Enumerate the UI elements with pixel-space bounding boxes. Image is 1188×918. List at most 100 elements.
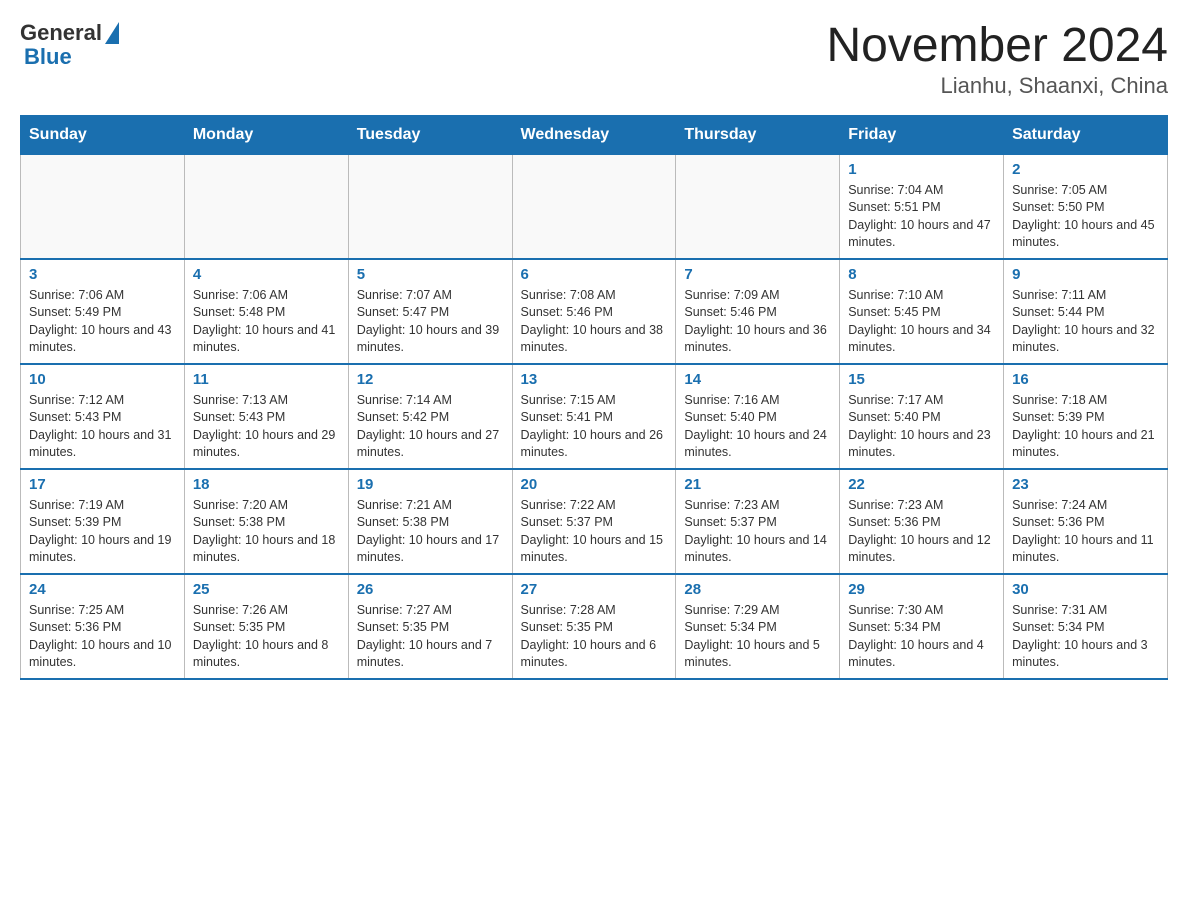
day-number: 24: [29, 581, 176, 598]
calendar-week-row: 24 Sunrise: 7:25 AM Sunset: 5:36 PM Dayli…: [21, 574, 1168, 679]
day-info: Sunrise: 7:19 AM Sunset: 5:39 PM Dayligh…: [29, 497, 176, 567]
day-info: Sunrise: 7:05 AM Sunset: 5:50 PM Dayligh…: [1012, 182, 1159, 252]
day-info: Sunrise: 7:13 AM Sunset: 5:43 PM Dayligh…: [193, 392, 340, 462]
calendar-day-cell: 4 Sunrise: 7:06 AM Sunset: 5:48 PM Daylig…: [184, 259, 348, 364]
calendar-day-cell: 24 Sunrise: 7:25 AM Sunset: 5:36 PM Dayli…: [21, 574, 185, 679]
day-info: Sunrise: 7:08 AM Sunset: 5:46 PM Dayligh…: [521, 287, 668, 357]
calendar-day-cell: 16 Sunrise: 7:18 AM Sunset: 5:39 PM Dayli…: [1004, 364, 1168, 469]
calendar-day-cell: 14 Sunrise: 7:16 AM Sunset: 5:40 PM Dayli…: [676, 364, 840, 469]
calendar-day-cell: [184, 154, 348, 259]
day-info: Sunrise: 7:18 AM Sunset: 5:39 PM Dayligh…: [1012, 392, 1159, 462]
day-number: 25: [193, 581, 340, 598]
day-number: 11: [193, 371, 340, 388]
calendar-day-cell: 10 Sunrise: 7:12 AM Sunset: 5:43 PM Dayli…: [21, 364, 185, 469]
logo-general-text: General: [20, 20, 102, 46]
day-number: 5: [357, 266, 504, 283]
calendar-day-cell: [348, 154, 512, 259]
day-number: 6: [521, 266, 668, 283]
day-info: Sunrise: 7:15 AM Sunset: 5:41 PM Dayligh…: [521, 392, 668, 462]
logo-triangle-icon: [105, 22, 119, 44]
day-number: 1: [848, 161, 995, 178]
day-info: Sunrise: 7:29 AM Sunset: 5:34 PM Dayligh…: [684, 602, 831, 672]
day-number: 13: [521, 371, 668, 388]
day-info: Sunrise: 7:11 AM Sunset: 5:44 PM Dayligh…: [1012, 287, 1159, 357]
calendar-day-cell: 11 Sunrise: 7:13 AM Sunset: 5:43 PM Dayli…: [184, 364, 348, 469]
day-number: 29: [848, 581, 995, 598]
day-info: Sunrise: 7:26 AM Sunset: 5:35 PM Dayligh…: [193, 602, 340, 672]
day-info: Sunrise: 7:20 AM Sunset: 5:38 PM Dayligh…: [193, 497, 340, 567]
calendar-day-cell: 28 Sunrise: 7:29 AM Sunset: 5:34 PM Dayli…: [676, 574, 840, 679]
day-info: Sunrise: 7:16 AM Sunset: 5:40 PM Dayligh…: [684, 392, 831, 462]
day-number: 9: [1012, 266, 1159, 283]
day-number: 27: [521, 581, 668, 598]
calendar-title: November 2024: [826, 20, 1168, 73]
calendar-week-row: 1 Sunrise: 7:04 AM Sunset: 5:51 PM Daylig…: [21, 154, 1168, 259]
calendar-day-cell: 20Sunrise: 7:22 AM Sunset: 5:37 PM Dayli…: [512, 469, 676, 574]
day-info: Sunrise: 7:06 AM Sunset: 5:49 PM Dayligh…: [29, 287, 176, 357]
calendar-day-cell: 2 Sunrise: 7:05 AM Sunset: 5:50 PM Daylig…: [1004, 154, 1168, 259]
day-number: 4: [193, 266, 340, 283]
calendar-day-cell: 8Sunrise: 7:10 AM Sunset: 5:45 PM Daylig…: [840, 259, 1004, 364]
day-number: 14: [684, 371, 831, 388]
day-info: Sunrise: 7:24 AM Sunset: 5:36 PM Dayligh…: [1012, 497, 1159, 567]
day-info: Sunrise: 7:28 AM Sunset: 5:35 PM Dayligh…: [521, 602, 668, 672]
day-info: Sunrise: 7:17 AM Sunset: 5:40 PM Dayligh…: [848, 392, 995, 462]
calendar-day-cell: 5Sunrise: 7:07 AM Sunset: 5:47 PM Daylig…: [348, 259, 512, 364]
calendar-day-cell: [676, 154, 840, 259]
calendar-day-cell: 25 Sunrise: 7:26 AM Sunset: 5:35 PM Dayli…: [184, 574, 348, 679]
calendar-table: SundayMondayTuesdayWednesdayThursdayFrid…: [20, 115, 1168, 680]
calendar-header-row: SundayMondayTuesdayWednesdayThursdayFrid…: [21, 115, 1168, 154]
day-number: 28: [684, 581, 831, 598]
calendar-header-wednesday: Wednesday: [512, 115, 676, 154]
day-number: 16: [1012, 371, 1159, 388]
calendar-day-cell: 15 Sunrise: 7:17 AM Sunset: 5:40 PM Dayli…: [840, 364, 1004, 469]
day-number: 23: [1012, 476, 1159, 493]
day-info: Sunrise: 7:09 AM Sunset: 5:46 PM Dayligh…: [684, 287, 831, 357]
day-number: 22: [848, 476, 995, 493]
calendar-day-cell: 18 Sunrise: 7:20 AM Sunset: 5:38 PM Dayli…: [184, 469, 348, 574]
day-number: 2: [1012, 161, 1159, 178]
day-number: 7: [684, 266, 831, 283]
calendar-day-cell: 7 Sunrise: 7:09 AM Sunset: 5:46 PM Daylig…: [676, 259, 840, 364]
day-info: Sunrise: 7:12 AM Sunset: 5:43 PM Dayligh…: [29, 392, 176, 462]
day-info: Sunrise: 7:30 AM Sunset: 5:34 PM Dayligh…: [848, 602, 995, 672]
day-info: Sunrise: 7:22 AM Sunset: 5:37 PM Dayligh…: [521, 497, 668, 567]
calendar-header-saturday: Saturday: [1004, 115, 1168, 154]
day-number: 10: [29, 371, 176, 388]
day-info: Sunrise: 7:04 AM Sunset: 5:51 PM Dayligh…: [848, 182, 995, 252]
calendar-week-row: 10 Sunrise: 7:12 AM Sunset: 5:43 PM Dayli…: [21, 364, 1168, 469]
calendar-header-friday: Friday: [840, 115, 1004, 154]
day-info: Sunrise: 7:27 AM Sunset: 5:35 PM Dayligh…: [357, 602, 504, 672]
calendar-header-thursday: Thursday: [676, 115, 840, 154]
day-number: 26: [357, 581, 504, 598]
day-number: 8: [848, 266, 995, 283]
day-number: 17: [29, 476, 176, 493]
calendar-week-row: 3Sunrise: 7:06 AM Sunset: 5:49 PM Daylig…: [21, 259, 1168, 364]
logo: General Blue: [20, 20, 119, 70]
day-number: 18: [193, 476, 340, 493]
calendar-day-cell: 29 Sunrise: 7:30 AM Sunset: 5:34 PM Dayli…: [840, 574, 1004, 679]
day-info: Sunrise: 7:06 AM Sunset: 5:48 PM Dayligh…: [193, 287, 340, 357]
day-info: Sunrise: 7:31 AM Sunset: 5:34 PM Dayligh…: [1012, 602, 1159, 672]
calendar-day-cell: 22 Sunrise: 7:23 AM Sunset: 5:36 PM Dayli…: [840, 469, 1004, 574]
day-info: Sunrise: 7:21 AM Sunset: 5:38 PM Dayligh…: [357, 497, 504, 567]
calendar-day-cell: 1 Sunrise: 7:04 AM Sunset: 5:51 PM Daylig…: [840, 154, 1004, 259]
calendar-day-cell: 30Sunrise: 7:31 AM Sunset: 5:34 PM Dayli…: [1004, 574, 1168, 679]
calendar-day-cell: [512, 154, 676, 259]
calendar-day-cell: 6 Sunrise: 7:08 AM Sunset: 5:46 PM Daylig…: [512, 259, 676, 364]
calendar-day-cell: [21, 154, 185, 259]
calendar-day-cell: 9 Sunrise: 7:11 AM Sunset: 5:44 PM Daylig…: [1004, 259, 1168, 364]
header: General Blue November 2024 Lianhu, Shaan…: [20, 20, 1168, 99]
calendar-day-cell: 19 Sunrise: 7:21 AM Sunset: 5:38 PM Dayli…: [348, 469, 512, 574]
logo-blue-text: Blue: [24, 44, 72, 70]
day-number: 19: [357, 476, 504, 493]
day-info: Sunrise: 7:23 AM Sunset: 5:36 PM Dayligh…: [848, 497, 995, 567]
calendar-day-cell: 13 Sunrise: 7:15 AM Sunset: 5:41 PM Dayli…: [512, 364, 676, 469]
day-number: 15: [848, 371, 995, 388]
day-info: Sunrise: 7:23 AM Sunset: 5:37 PM Dayligh…: [684, 497, 831, 567]
calendar-day-cell: 23 Sunrise: 7:24 AM Sunset: 5:36 PM Dayli…: [1004, 469, 1168, 574]
calendar-subtitle: Lianhu, Shaanxi, China: [826, 73, 1168, 99]
calendar-day-cell: 21Sunrise: 7:23 AM Sunset: 5:37 PM Dayli…: [676, 469, 840, 574]
calendar-week-row: 17 Sunrise: 7:19 AM Sunset: 5:39 PM Dayli…: [21, 469, 1168, 574]
day-info: Sunrise: 7:25 AM Sunset: 5:36 PM Dayligh…: [29, 602, 176, 672]
